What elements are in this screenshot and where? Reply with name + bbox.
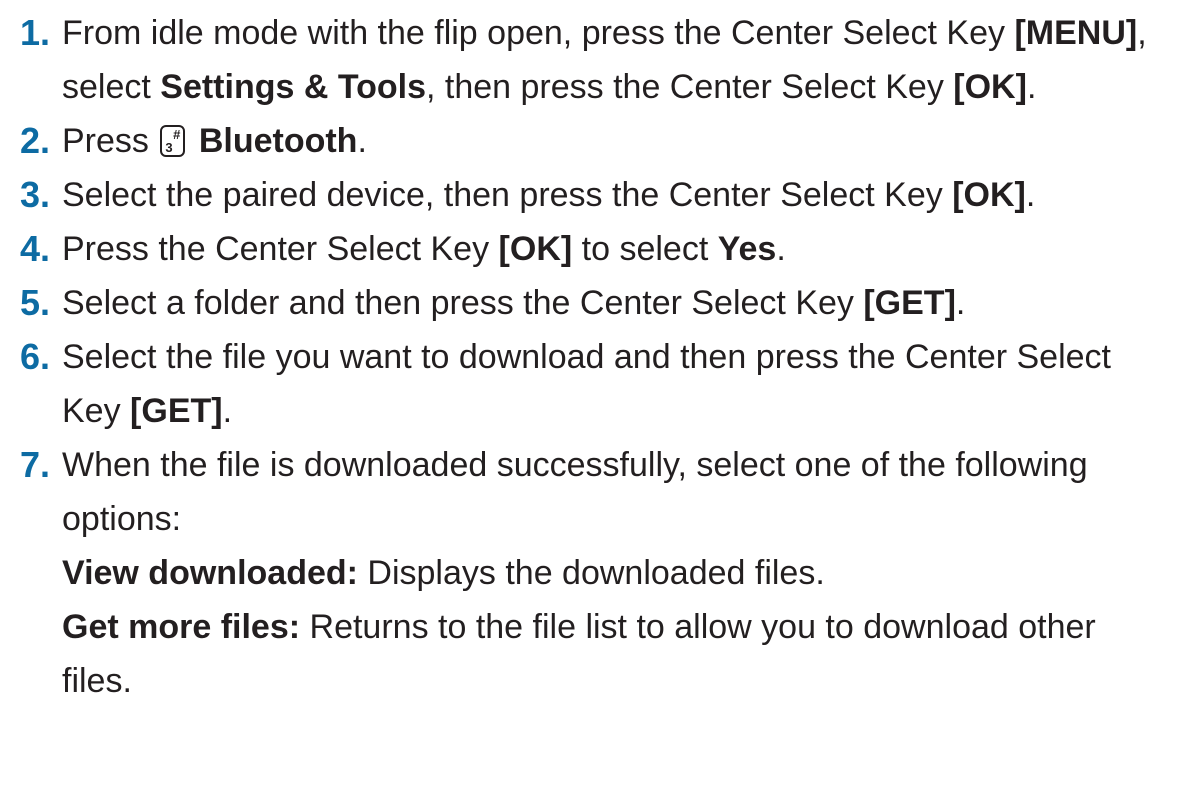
ok-key-label: [OK] — [952, 176, 1026, 214]
step-3: 3. Select the paired device, then press t… — [20, 168, 1170, 222]
key-3-hash-icon: 3 # — [160, 125, 186, 157]
step-text: . — [955, 284, 966, 322]
step-text: From idle mode with the flip open, press… — [62, 14, 1015, 52]
step-7: 7. When the file is downloaded successful… — [20, 438, 1170, 708]
step-number: 7. — [20, 444, 51, 485]
step-1: 1. From idle mode with the flip open, pre… — [20, 6, 1170, 114]
step-number: 4. — [20, 228, 51, 269]
menu-key-label: [MENU] — [1014, 14, 1138, 52]
step-number: 3. — [20, 174, 51, 215]
step-text: . — [1025, 176, 1036, 214]
step-text: . — [357, 122, 367, 160]
step-text: . — [222, 392, 233, 430]
option-label: Get more files: — [62, 608, 301, 646]
step-number: 6. — [20, 336, 51, 377]
option-text: Displays the downloaded files. — [357, 554, 825, 592]
key-sup-char: # — [173, 127, 181, 142]
yes-label: Yes — [717, 230, 777, 268]
step-text: Press — [62, 122, 159, 160]
step-text: to select — [572, 230, 718, 268]
bluetooth-label: Bluetooth — [198, 122, 358, 160]
option-view-downloaded: View downloaded: Displays the downloaded… — [62, 546, 1170, 600]
settings-tools-label: Settings & Tools — [160, 68, 426, 106]
step-text: Select a folder and then press the Cente… — [62, 284, 864, 322]
step-number: 5. — [20, 282, 51, 323]
ok-key-label: [OK] — [498, 230, 573, 268]
get-key-label: [GET] — [863, 284, 956, 322]
option-label: View downloaded: — [62, 554, 358, 592]
step-number: 1. — [20, 12, 51, 53]
step-text: When the file is downloaded successfully… — [62, 446, 1088, 538]
step-text: , then press the Center Select Key — [425, 68, 954, 106]
step-text: . — [1026, 68, 1037, 106]
key-main-char: 3 — [165, 140, 173, 155]
step-text: . — [776, 230, 786, 268]
step-4: 4. Press the Center Select Key [OK] to se… — [20, 222, 1170, 276]
step-6: 6. Select the file you want to download a… — [20, 330, 1170, 438]
step-5: 5. Select a folder and then press the Cen… — [20, 276, 1170, 330]
step-text: Press the Center Select Key — [62, 230, 499, 268]
get-key-label: [GET] — [130, 392, 223, 430]
option-get-more-files: Get more files: Returns to the file list… — [62, 600, 1170, 708]
step-2: 2. Press 3 # Bluetooth. — [20, 114, 1170, 168]
step-text: Select the paired device, then press the… — [62, 176, 953, 214]
instruction-steps: 1. From idle mode with the flip open, pre… — [20, 6, 1170, 708]
ok-key-label: [OK] — [953, 68, 1027, 106]
step-number: 2. — [20, 120, 51, 161]
